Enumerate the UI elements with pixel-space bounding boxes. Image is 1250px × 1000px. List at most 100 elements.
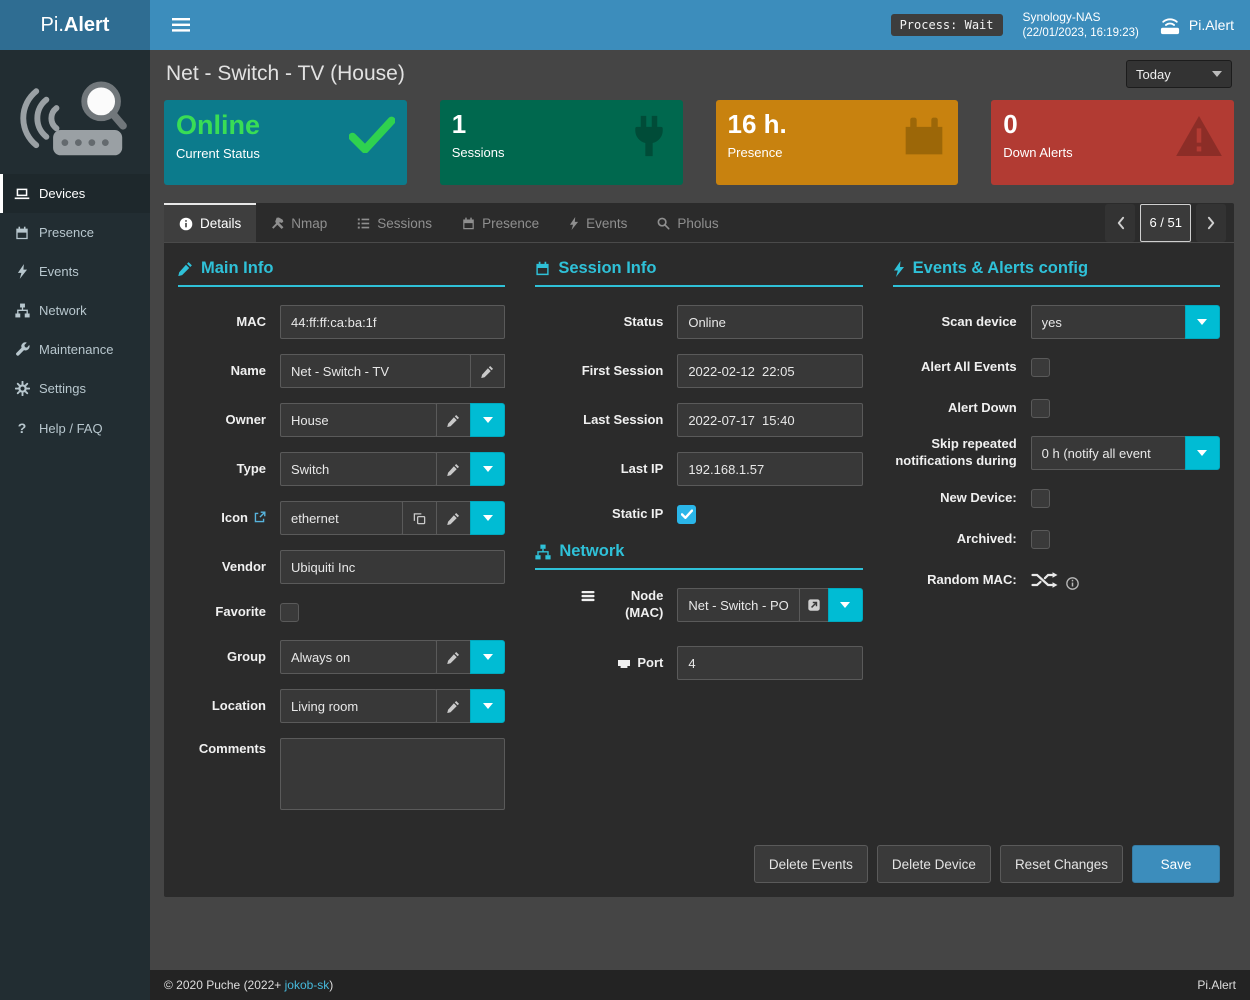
copy-icon-button[interactable]	[402, 501, 437, 535]
layout: Devices Presence Events Network Maintena…	[0, 50, 1250, 1000]
name-row: Name	[178, 354, 505, 388]
next-device-button[interactable]	[1196, 204, 1226, 242]
node-dropdown-button[interactable]	[828, 588, 863, 622]
last-ip-input[interactable]	[677, 452, 862, 486]
period-dropdown[interactable]: Today	[1126, 60, 1232, 88]
static-ip-checkbox[interactable]	[677, 505, 696, 524]
static-ip-row: Static IP	[535, 501, 862, 527]
host-timestamp: (22/01/2023, 16:19:23)	[1023, 25, 1139, 41]
presence-card: 16 h. Presence	[716, 100, 959, 185]
node-mac-input[interactable]	[677, 588, 799, 622]
alert-all-events-checkbox[interactable]	[1031, 358, 1050, 377]
footer-copyright: © 2020 Puche (2022+ jokob-sk)	[164, 978, 333, 992]
scan-device-dropdown-button[interactable]	[1185, 305, 1220, 339]
skip-notifications-dropdown-button[interactable]	[1185, 436, 1220, 470]
tabs: Details Nmap Sessions	[164, 203, 734, 242]
edit-icon-button[interactable]	[436, 501, 471, 535]
type-dropdown-button[interactable]	[470, 452, 505, 486]
location-dropdown-button[interactable]	[470, 689, 505, 723]
prev-device-button[interactable]	[1105, 204, 1135, 242]
router-magnifier-logo	[16, 64, 134, 164]
comments-textarea[interactable]	[280, 738, 505, 810]
sidebar-item-settings[interactable]: Settings	[0, 369, 150, 408]
edit-name-button[interactable]	[470, 354, 505, 388]
sidebar-item-events[interactable]: Events	[0, 252, 150, 291]
reset-changes-button[interactable]: Reset Changes	[1000, 845, 1123, 883]
sidebar-item-devices[interactable]: Devices	[0, 174, 150, 213]
external-link-icon[interactable]	[253, 511, 266, 524]
footer-brand: Pi.Alert	[1197, 978, 1236, 992]
sidebar: Devices Presence Events Network Maintena…	[0, 50, 150, 1000]
owner-input[interactable]	[280, 403, 437, 437]
list-icon	[357, 217, 370, 230]
edit-owner-button[interactable]	[436, 403, 471, 437]
favorite-row: Favorite	[178, 599, 505, 625]
sitemap-icon	[535, 544, 551, 560]
new-device-checkbox[interactable]	[1031, 489, 1050, 508]
calendar-icon	[535, 261, 550, 276]
sidebar-item-presence[interactable]: Presence	[0, 213, 150, 252]
location-input[interactable]	[280, 689, 437, 723]
sidebar-item-network[interactable]: Network	[0, 291, 150, 330]
owner-dropdown-button[interactable]	[470, 403, 505, 437]
mac-input[interactable]	[280, 305, 505, 339]
edit-group-button[interactable]	[436, 640, 471, 674]
jokob-sk-link[interactable]: jokob-sk	[285, 978, 330, 992]
scan-device-row: Scan device	[893, 305, 1220, 339]
bolt-icon	[14, 264, 30, 279]
open-node-button[interactable]	[799, 588, 829, 622]
navbar-app-menu[interactable]: Pi.Alert	[1159, 15, 1234, 35]
last-session-input[interactable]	[677, 403, 862, 437]
first-session-label: First Session	[535, 363, 663, 380]
sidebar-toggle-button[interactable]	[166, 12, 196, 38]
favorite-checkbox[interactable]	[280, 603, 299, 622]
tab-details[interactable]: Details	[164, 203, 256, 242]
last-ip-label: Last IP	[535, 461, 663, 478]
group-dropdown-button[interactable]	[470, 640, 505, 674]
skip-notifications-input[interactable]	[1031, 436, 1186, 470]
tab-label: Nmap	[291, 216, 327, 231]
scan-device-input[interactable]	[1031, 305, 1186, 339]
name-input[interactable]	[280, 354, 471, 388]
tab-nmap[interactable]: Nmap	[256, 203, 342, 242]
tab-presence[interactable]: Presence	[447, 203, 554, 242]
edit-type-button[interactable]	[436, 452, 471, 486]
tab-sessions[interactable]: Sessions	[342, 203, 447, 242]
status-input[interactable]	[677, 305, 862, 339]
chevron-left-icon	[1116, 216, 1125, 230]
port-label-text: Port	[637, 655, 663, 672]
bolt-icon	[893, 261, 905, 277]
delete-device-button[interactable]: Delete Device	[877, 845, 991, 883]
pi-alert-app: Pi.Alert Process: Wait Synology-NAS (22/…	[0, 0, 1250, 1000]
sidebar-item-label: Presence	[39, 225, 94, 240]
sidebar-item-label: Events	[39, 264, 79, 279]
icon-dropdown-button[interactable]	[470, 501, 505, 535]
type-input[interactable]	[280, 452, 437, 486]
delete-events-button[interactable]: Delete Events	[754, 845, 868, 883]
icon-input[interactable]	[280, 501, 403, 535]
sidebar-item-label: Devices	[39, 186, 85, 201]
vendor-input[interactable]	[280, 550, 505, 584]
save-button[interactable]: Save	[1132, 845, 1220, 883]
current-status-card: Online Current Status	[164, 100, 407, 185]
group-row: Group	[178, 640, 505, 674]
tab-label: Presence	[482, 216, 539, 231]
group-input[interactable]	[280, 640, 437, 674]
port-input[interactable]	[677, 646, 862, 680]
info-icon[interactable]	[1066, 577, 1079, 590]
sidebar-item-help[interactable]: ? Help / FAQ	[0, 408, 150, 448]
first-session-input[interactable]	[677, 354, 862, 388]
tab-events[interactable]: Events	[554, 203, 642, 242]
host-info: Synology-NAS (22/01/2023, 16:19:23)	[1023, 9, 1139, 42]
alert-down-checkbox[interactable]	[1031, 399, 1050, 418]
sidebar-item-label: Network	[39, 303, 87, 318]
alerts-config-heading: Events & Alerts config	[893, 259, 1220, 287]
archived-checkbox[interactable]	[1031, 530, 1050, 549]
tab-pholus[interactable]: Pholus	[642, 203, 733, 242]
sidebar-item-maintenance[interactable]: Maintenance	[0, 330, 150, 369]
status-row: Status	[535, 305, 862, 339]
caret-down-icon	[840, 602, 850, 608]
brand-logo[interactable]: Pi.Alert	[0, 0, 150, 50]
edit-location-button[interactable]	[436, 689, 471, 723]
random-mac-row: Random MAC:	[893, 567, 1220, 593]
